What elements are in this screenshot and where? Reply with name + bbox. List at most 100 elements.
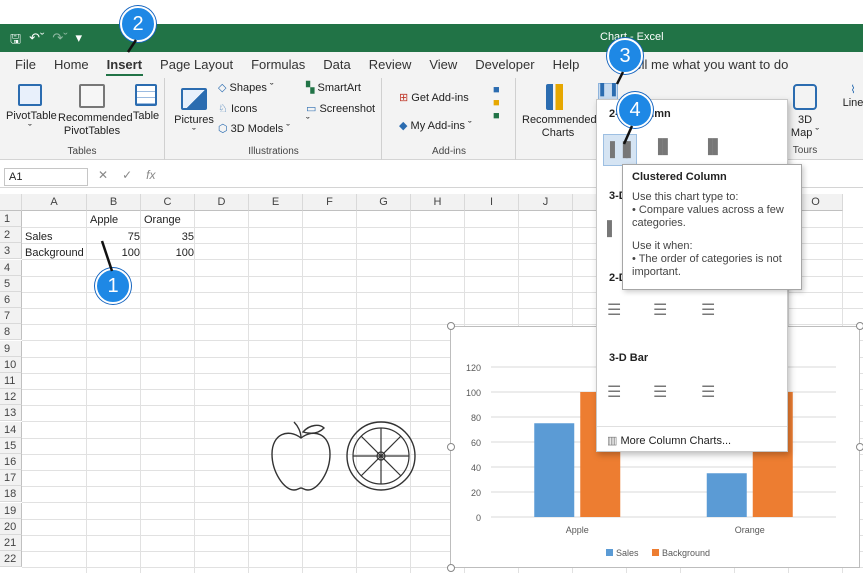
stacked-bar-option[interactable]: ☰ <box>653 300 667 320</box>
chart-resize-handle[interactable] <box>447 443 455 451</box>
recommended-charts-button[interactable]: Recommended Charts <box>522 84 597 140</box>
3d-map-label: 3D Map <box>790 114 813 139</box>
row-header[interactable]: 7 <box>0 308 22 325</box>
chart-resize-handle[interactable] <box>856 322 863 330</box>
tab-developer[interactable]: Developer <box>466 52 543 78</box>
y-tick-label: 100 <box>466 388 481 398</box>
screenshot-label: Screenshot <box>319 103 376 115</box>
column-header[interactable]: F <box>303 194 357 211</box>
column-header[interactable]: A <box>22 194 87 211</box>
step-badge-3: 3 <box>607 38 643 74</box>
row-header[interactable]: 6 <box>0 292 22 308</box>
row-header[interactable]: 15 <box>0 437 22 454</box>
customize-icon[interactable]: ▾ <box>76 30 83 52</box>
clustered-bar-option[interactable]: ☰ <box>607 300 621 320</box>
row-header[interactable]: 19 <box>0 502 22 519</box>
sparkline-icon: ⌇ <box>850 84 856 96</box>
row-header[interactable]: 5 <box>0 275 22 292</box>
row-header[interactable]: 10 <box>0 356 22 373</box>
stacked-column-option[interactable]: ▐▌ <box>653 138 673 154</box>
shapes-button[interactable]: ◇ Shapes ˇ <box>218 82 274 95</box>
screenshot-icon: ▭ <box>306 103 317 115</box>
row-header[interactable]: 21 <box>0 535 22 551</box>
tab-file[interactable]: File <box>6 52 45 78</box>
my-addins-button[interactable]: ◆ My Add-ins ˇ <box>399 120 472 133</box>
column-header[interactable]: C <box>141 194 195 211</box>
tab-formulas[interactable]: Formulas <box>242 52 314 78</box>
enter-icon[interactable]: ✓ <box>122 168 132 182</box>
get-addins-button[interactable]: ⊞ Get Add-ins <box>399 92 469 105</box>
row-header[interactable]: 13 <box>0 405 22 422</box>
row-header[interactable]: 17 <box>0 470 22 487</box>
tours-group-label: Tours <box>792 145 818 156</box>
smartart-button[interactable]: ▚ SmartArt <box>306 82 361 95</box>
chart-resize-handle[interactable] <box>447 564 455 572</box>
select-all-corner[interactable] <box>0 194 22 211</box>
tab-help[interactable]: Help <box>544 52 589 78</box>
row-header[interactable]: 8 <box>0 324 22 341</box>
table-button[interactable]: Table <box>130 84 162 123</box>
chart-resize-handle[interactable] <box>447 322 455 330</box>
cell-b1[interactable]: Apple <box>90 212 118 228</box>
3d-stacked-100-bar-option[interactable]: ☰ <box>701 382 715 402</box>
column-header[interactable]: G <box>357 194 411 211</box>
redo-icon[interactable]: ↷ˇ <box>52 30 67 52</box>
y-tick-label: 120 <box>466 363 481 373</box>
row-header[interactable]: 3 <box>0 243 22 260</box>
fx-icon[interactable]: fx <box>146 168 155 182</box>
tab-review[interactable]: Review <box>360 52 421 78</box>
row-header[interactable]: 20 <box>0 518 22 535</box>
row-header[interactable]: 14 <box>0 421 22 438</box>
pivottable-button[interactable]: PivotTable ˇ <box>6 84 57 136</box>
row-header[interactable]: 18 <box>0 486 22 503</box>
row-header[interactable]: 22 <box>0 551 22 568</box>
tooltip-line4: • The order of categories is not importa… <box>632 253 782 278</box>
row-header[interactable]: 9 <box>0 340 22 357</box>
column-header[interactable]: E <box>249 194 303 211</box>
line-label: Line <box>842 97 863 109</box>
save-icon[interactable]: 🖫 <box>10 30 21 52</box>
column-header[interactable]: J <box>519 194 573 211</box>
screenshot-button[interactable]: ▭ Screenshot ˇ <box>306 103 381 129</box>
section-3d-bar: 3-D Bar <box>609 352 649 364</box>
chart-resize-handle[interactable] <box>856 443 863 451</box>
icons-button[interactable]: ♘ Icons <box>218 103 257 116</box>
recommended-charts-icon <box>546 84 570 110</box>
column-header[interactable]: I <box>465 194 519 211</box>
people-icon[interactable]: ■ ■ ■ <box>493 84 500 123</box>
stacked-column-icon: ▐▌ <box>653 138 673 154</box>
column-header[interactable]: H <box>411 194 465 211</box>
3d-map-button[interactable]: 3D Map ˇ <box>788 84 822 140</box>
addins-group: ⊞ Get Add-ins ◆ My Add-ins ˇ ■ ■ ■ Add-ins <box>383 78 516 160</box>
row-header[interactable]: 12 <box>0 389 22 406</box>
row-header[interactable]: 16 <box>0 454 22 470</box>
row-header[interactable]: 1 <box>0 211 22 227</box>
undo-icon[interactable]: ↶ˇ <box>29 30 44 52</box>
row-header[interactable]: 4 <box>0 259 22 276</box>
pictures-button[interactable]: Pictures ˇ <box>174 88 214 140</box>
tab-home[interactable]: Home <box>45 52 98 78</box>
more-column-charts-link[interactable]: ▥ More Column Charts... <box>607 434 731 447</box>
tab-page-layout[interactable]: Page Layout <box>151 52 242 78</box>
row-header[interactable]: 2 <box>0 227 22 244</box>
line-sparkline-button[interactable]: ⌇ Line <box>838 84 863 110</box>
name-box[interactable]: A1 <box>4 168 88 186</box>
stacked-100-bar-option[interactable]: ☰ <box>701 300 715 320</box>
icons-icon: ♘ <box>218 103 228 115</box>
3d-column-option[interactable]: ▌ <box>607 220 617 236</box>
row-header[interactable]: 11 <box>0 373 22 389</box>
cancel-icon[interactable]: ✕ <box>98 168 108 182</box>
recommended-pivottables-button[interactable]: Recommended PivotTables <box>58 84 133 138</box>
tab-view[interactable]: View <box>420 52 466 78</box>
stacked-100-column-option[interactable]: ▐▌ <box>703 138 723 154</box>
cell-c1[interactable]: Orange <box>144 212 181 228</box>
3d-stacked-bar-option[interactable]: ☰ <box>653 382 667 402</box>
3d-clustered-bar-option[interactable]: ☰ <box>607 382 621 402</box>
y-tick-label: 0 <box>476 513 481 523</box>
column-header[interactable]: D <box>195 194 249 211</box>
tab-data[interactable]: Data <box>314 52 359 78</box>
icons-label: Icons <box>230 103 258 115</box>
3d-models-button[interactable]: ⬡ 3D Models ˇ <box>218 123 290 136</box>
legend-swatch <box>652 549 659 556</box>
column-header[interactable]: B <box>87 194 141 211</box>
